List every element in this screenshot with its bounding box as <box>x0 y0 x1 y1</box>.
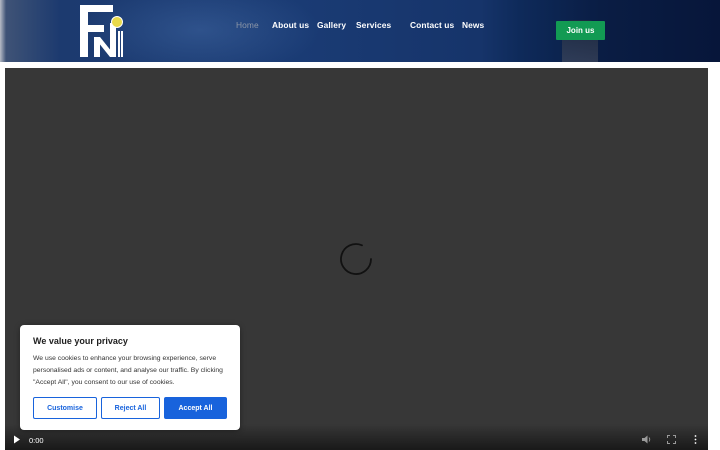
nav-services[interactable]: Services <box>356 20 391 30</box>
customise-button[interactable]: Customise <box>33 397 97 419</box>
play-icon[interactable] <box>12 434 22 444</box>
reject-all-button[interactable]: Reject All <box>101 397 160 419</box>
page: Home About us Gallery Services Contact u… <box>0 0 720 450</box>
loading-spinner-icon <box>340 243 372 275</box>
more-vertical-icon[interactable] <box>690 434 700 444</box>
nav-home[interactable]: Home <box>236 20 259 30</box>
nav-contact-us[interactable]: Contact us <box>410 20 454 30</box>
nav-gallery[interactable]: Gallery <box>317 20 346 30</box>
join-us-button[interactable]: Join us <box>556 21 605 40</box>
fullscreen-icon[interactable] <box>666 434 676 444</box>
cookie-title: We value your privacy <box>33 336 128 346</box>
nav-news[interactable]: News <box>462 20 484 30</box>
accept-all-button[interactable]: Accept All <box>164 397 227 419</box>
site-header: Home About us Gallery Services Contact u… <box>0 0 720 62</box>
volume-icon[interactable] <box>642 434 652 444</box>
nav-about-us[interactable]: About us <box>272 20 309 30</box>
video-current-time: 0:00 <box>29 436 44 445</box>
main-navigation: Home About us Gallery Services Contact u… <box>0 0 720 52</box>
cookie-description: We use cookies to enhance your browsing … <box>33 355 223 386</box>
cookie-consent-dialog: We value your privacy We use cookies to … <box>20 325 240 430</box>
